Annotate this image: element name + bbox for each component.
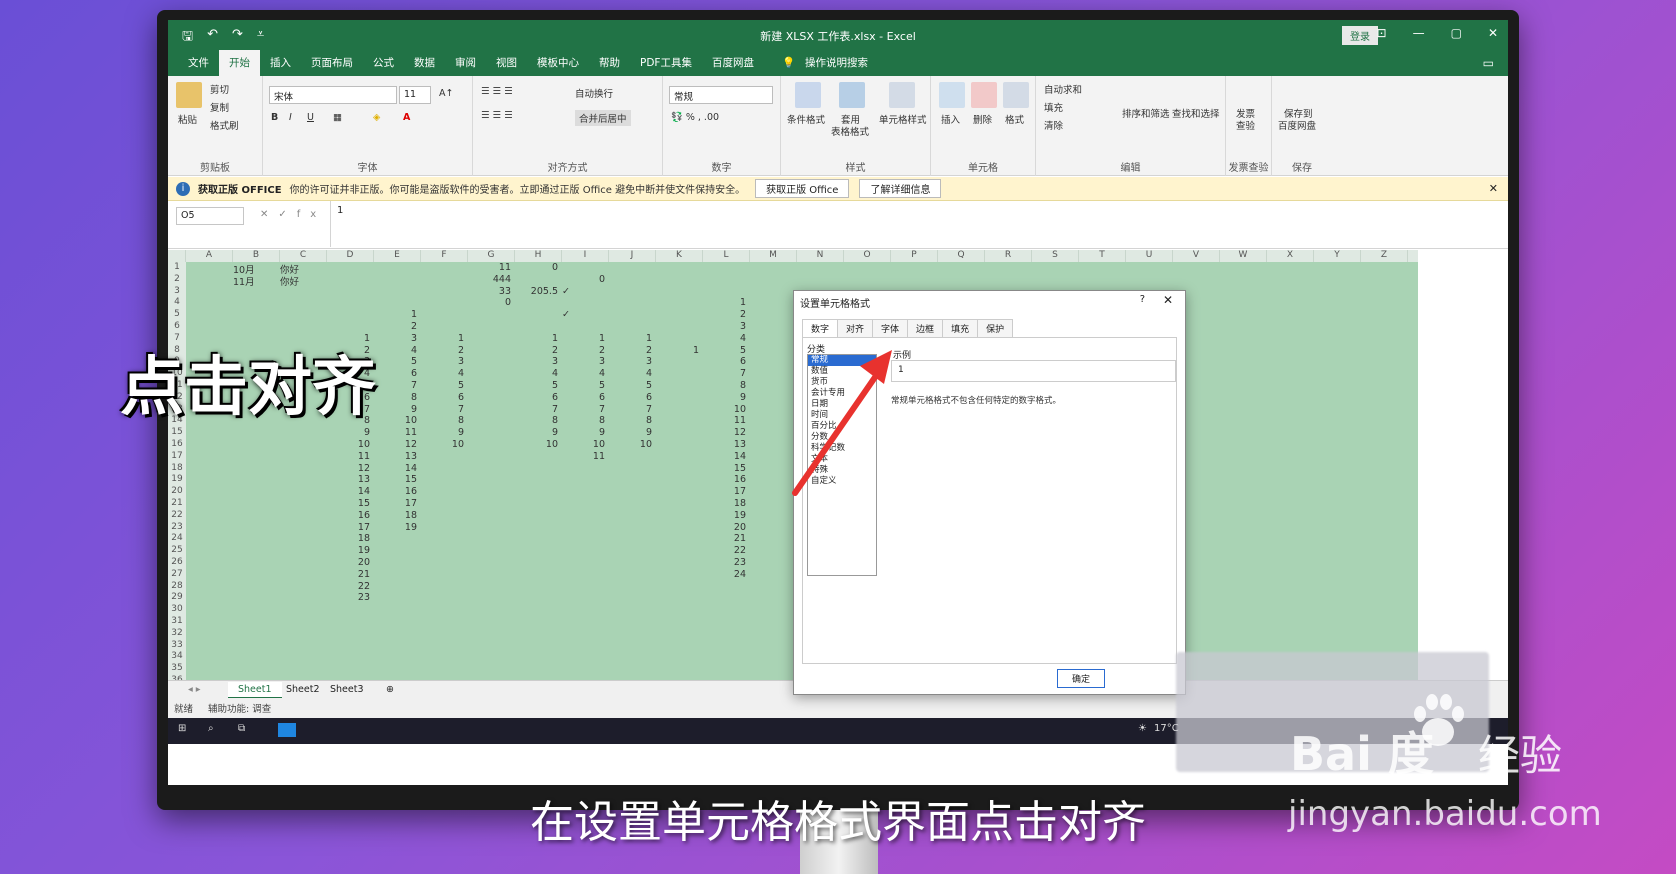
arrow-shaft: [792, 367, 883, 496]
jingyan-text: 经验: [1478, 731, 1563, 780]
watermark-url: jingyan.baidu.com: [1288, 794, 1602, 834]
baidu-logo-text: Bai 度: [1290, 727, 1434, 781]
step-caption: 点击对齐: [120, 351, 376, 425]
